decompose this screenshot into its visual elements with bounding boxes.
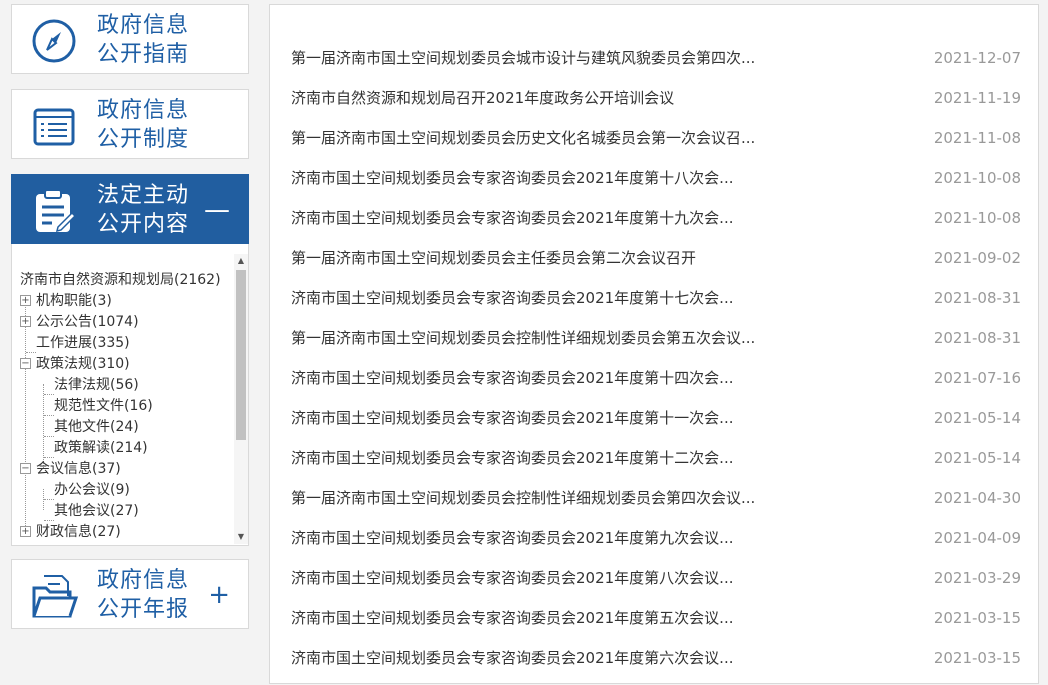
news-list-panel: 第一届济南市国土空间规划委员会城市设计与建筑风貌委员会第四次... 2021-12… [269,4,1039,684]
news-item[interactable]: 济南市国土空间规划委员会专家咨询委员会2021年度第五次会议... 2021-03… [291,605,1021,645]
news-date: 2021-10-08 [933,169,1021,187]
news-date: 2021-11-08 [933,129,1021,147]
category-tree-panel: 济南市自然资源和规划局(2162) + 机构职能(3) + 公示公告(1074) 工… [11,244,249,546]
tree-item[interactable]: 法律法规(56) [54,375,139,396]
expand-icon[interactable]: + [20,525,31,537]
scroll-thumb[interactable] [236,270,246,440]
news-item[interactable]: 济南市国土空间规划委员会专家咨询委员会2021年度第九次会议... 2021-04… [291,525,1021,565]
news-title-link[interactable]: 济南市国土空间规划委员会专家咨询委员会2021年度第十四次会... [291,365,733,391]
tree-item[interactable]: 政策解读(214) [54,438,148,459]
clipboard-edit-icon [36,189,77,233]
news-date: 2021-10-08 [933,209,1021,227]
news-date: 2021-11-19 [933,89,1021,107]
expand-icon[interactable]: + [20,294,31,306]
news-date: 2021-05-14 [933,409,1021,427]
scroll-down-icon[interactable]: ▼ [234,530,248,544]
tree-item[interactable]: + 财政信息(27) [20,522,121,543]
tree-item[interactable]: 工作进展(335) [36,333,130,354]
tree-item[interactable]: 其他会议(27) [54,501,139,522]
news-title-link[interactable]: 济南市国土空间规划委员会专家咨询委员会2021年度第十八次会... [291,165,733,191]
tree-item[interactable]: − 政策法规(310) [20,354,130,375]
news-title-link[interactable]: 第一届济南市国土空间规划委员会历史文化名城委员会第一次会议召... [291,125,755,151]
news-title-link[interactable]: 济南市国土空间规划委员会专家咨询委员会2021年度第十二次会... [291,445,733,471]
news-title-link[interactable]: 济南市国土空间规划委员会专家咨询委员会2021年度第十一次会... [291,405,733,431]
document-list-icon [33,108,75,146]
tree-scrollbar[interactable]: ▲ ▼ [234,254,248,544]
news-item[interactable]: 济南市国土空间规划委员会专家咨询委员会2021年度第六次会议... 2021-03… [291,645,1021,685]
nav-guide[interactable]: 政府信息 公开指南 [11,4,249,74]
news-title-link[interactable]: 第一届济南市国土空间规划委员会控制性详细规划委员会第五次会议... [291,325,755,351]
news-date: 2021-12-07 [933,49,1021,67]
news-date: 2021-03-15 [933,609,1021,627]
expand-toggle[interactable]: + [208,582,230,608]
nav-system-label: 政府信息 公开制度 [97,98,190,152]
nav-content-label: 法定主动 公开内容 [97,183,190,237]
news-date: 2021-09-02 [933,249,1021,267]
scroll-up-icon[interactable]: ▲ [234,254,248,268]
news-date: 2021-05-14 [933,449,1021,467]
news-date: 2021-03-29 [933,569,1021,587]
news-title-link[interactable]: 济南市国土空间规划委员会专家咨询委员会2021年度第十七次会... [291,285,733,311]
nav-annual[interactable]: 政府信息 公开年报 + [11,559,249,629]
news-date: 2021-08-31 [933,329,1021,347]
news-title-link[interactable]: 第一届济南市国土空间规划委员会城市设计与建筑风貌委员会第四次... [291,45,755,71]
tree-item[interactable]: + 机构职能(3) [20,291,112,312]
tree-item[interactable]: 规范性文件(16) [54,396,153,417]
news-date: 2021-04-30 [933,489,1021,507]
news-item[interactable]: 第一届济南市国土空间规划委员会主任委员会第二次会议召开 2021-09-02 [291,245,1021,285]
news-date: 2021-08-31 [933,289,1021,307]
news-item[interactable]: 第一届济南市国土空间规划委员会控制性详细规划委员会第五次会议... 2021-08… [291,325,1021,365]
nav-annual-label: 政府信息 公开年报 [97,568,190,622]
collapse-icon[interactable]: − [20,462,31,474]
news-item[interactable]: 济南市国土空间规划委员会专家咨询委员会2021年度第十九次会... 2021-10… [291,205,1021,245]
news-item[interactable]: 济南市国土空间规划委员会专家咨询委员会2021年度第十七次会... 2021-08… [291,285,1021,325]
tree-item[interactable]: + 公示公告(1074) [20,312,139,333]
tree-item[interactable]: 其他文件(24) [54,417,139,438]
news-item[interactable]: 济南市国土空间规划委员会专家咨询委员会2021年度第十二次会... 2021-05… [291,445,1021,485]
news-title-link[interactable]: 第一届济南市国土空间规划委员会主任委员会第二次会议召开 [291,245,696,271]
news-date: 2021-07-16 [933,369,1021,387]
folder-document-icon [32,575,78,618]
nav-guide-label: 政府信息 公开指南 [97,13,190,67]
news-title-link[interactable]: 济南市自然资源和规划局召开2021年度政务公开培训会议 [291,85,674,111]
news-item[interactable]: 济南市国土空间规划委员会专家咨询委员会2021年度第八次会议... 2021-03… [291,565,1021,605]
nav-content[interactable]: 法定主动 公开内容 — [11,174,249,244]
expand-icon[interactable]: + [20,315,31,327]
news-item[interactable]: 济南市国土空间规划委员会专家咨询委员会2021年度第十八次会... 2021-10… [291,165,1021,205]
compass-icon [32,19,76,63]
news-title-link[interactable]: 济南市国土空间规划委员会专家咨询委员会2021年度第十九次会... [291,205,733,231]
news-item[interactable]: 济南市自然资源和规划局召开2021年度政务公开培训会议 2021-11-19 [291,85,1021,125]
news-title-link[interactable]: 第一届济南市国土空间规划委员会控制性详细规划委员会第四次会议... [291,485,755,511]
news-item[interactable]: 济南市国土空间规划委员会专家咨询委员会2021年度第十四次会... 2021-07… [291,365,1021,405]
tree-item[interactable]: − 会议信息(37) [20,459,121,480]
news-item[interactable]: 第一届济南市国土空间规划委员会城市设计与建筑风貌委员会第四次... 2021-12… [291,45,1021,85]
news-title-link[interactable]: 济南市国土空间规划委员会专家咨询委员会2021年度第六次会议... [291,645,733,671]
nav-system[interactable]: 政府信息 公开制度 [11,89,249,159]
news-title-link[interactable]: 济南市国土空间规划委员会专家咨询委员会2021年度第八次会议... [291,565,733,591]
news-title-link[interactable]: 济南市国土空间规划委员会专家咨询委员会2021年度第五次会议... [291,605,733,631]
news-title-link[interactable]: 济南市国土空间规划委员会专家咨询委员会2021年度第九次会议... [291,525,733,551]
news-item[interactable]: 济南市国土空间规划委员会专家咨询委员会2021年度第十一次会... 2021-05… [291,405,1021,445]
news-item[interactable]: 第一届济南市国土空间规划委员会控制性详细规划委员会第四次会议... 2021-04… [291,485,1021,525]
news-item[interactable]: 第一届济南市国土空间规划委员会历史文化名城委员会第一次会议召... 2021-11… [291,125,1021,165]
news-date: 2021-04-09 [933,529,1021,547]
collapse-icon[interactable]: − [20,357,31,369]
tree-item[interactable]: 办公会议(9) [54,480,130,501]
news-date: 2021-03-15 [933,649,1021,667]
tree-root[interactable]: 济南市自然资源和规划局(2162) [20,270,221,291]
collapse-toggle[interactable]: — [204,197,230,223]
